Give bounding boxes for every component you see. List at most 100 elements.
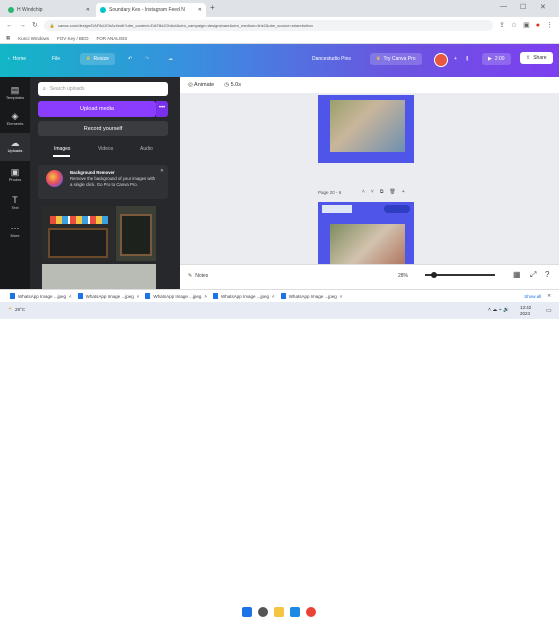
animate-button[interactable]: ◎ Animate [188, 82, 214, 88]
rail-text[interactable]: T Text [0, 191, 30, 217]
share-page-icon[interactable]: ⇪ [499, 21, 505, 29]
weather-widget[interactable]: ☀ 29°C [8, 306, 25, 312]
reload-icon[interactable]: ↻ [32, 21, 38, 29]
system-tray-icons[interactable]: ˄ ☁ ⌁ 🔊 [488, 307, 509, 313]
back-icon[interactable]: ← [6, 22, 13, 29]
fullscreen-icon[interactable]: ⤢ [530, 270, 536, 280]
tab-title: Soundary Kes - Instagram Feed N [109, 7, 185, 13]
undo-icon[interactable]: ↶ [128, 56, 132, 62]
tab-videos[interactable]: Videos [98, 146, 113, 152]
avatar[interactable] [434, 53, 448, 67]
search-icon[interactable] [258, 607, 268, 617]
extension-icon[interactable]: ▣ [523, 21, 530, 29]
analytics-icon[interactable]: ⫼ [466, 56, 468, 62]
start-icon[interactable] [242, 607, 252, 617]
download-item[interactable]: WhatsApp Image ...jpeg ˄ [10, 293, 72, 299]
upload-media-button[interactable]: Upload media [38, 101, 156, 117]
upload-thumbnail[interactable] [42, 206, 115, 261]
cloud-save-icon[interactable]: ☁ [168, 56, 173, 62]
chevron-up-icon[interactable]: ˄ [272, 294, 275, 299]
chevron-up-icon[interactable]: ˄ [362, 189, 365, 195]
minimize-icon[interactable]: — [500, 3, 507, 10]
bookmark-item[interactable]: FOV Key / BEO [57, 36, 89, 41]
download-item[interactable]: WhatsApp Image ...jpeg ˄ [213, 293, 275, 299]
browser-tab-active[interactable]: Soundary Kes - Instagram Feed N ✕ [96, 3, 206, 17]
download-item[interactable]: WhatsApp Image ...jpeg ˄ [77, 293, 140, 299]
try-canva-pro-button[interactable]: ♛ Try Canva Pro [370, 53, 422, 65]
delete-icon[interactable]: 🗑 [389, 189, 395, 195]
chevron-down-icon[interactable]: ˅ [371, 189, 374, 195]
resize-button[interactable]: ♛ Resize [80, 53, 115, 65]
upload-cloud-icon: ☁ [10, 138, 20, 148]
browser-tab[interactable]: H Windchip ✕ [4, 3, 94, 17]
close-icon[interactable]: ✕ [160, 168, 164, 174]
clock-date: 2023 [520, 311, 531, 316]
chevron-up-icon[interactable]: ˄ [340, 294, 343, 299]
chalkboard-image [48, 228, 108, 258]
rail-templates[interactable]: ▤ Templates [0, 81, 30, 107]
duration-button[interactable]: ◷ 5.0s [224, 82, 241, 88]
home-button[interactable]: ‹ Home [8, 56, 26, 62]
file-explorer-icon[interactable] [274, 607, 284, 617]
chrome-icon[interactable] [306, 607, 316, 617]
share-label: Share [533, 55, 547, 61]
search-input[interactable]: ⌕ Search uploads [38, 82, 168, 96]
chevron-up-icon[interactable]: ˄ [137, 294, 140, 299]
design-title[interactable]: Dancestudio Pins [312, 56, 351, 62]
share-button[interactable]: ⇧ Share [520, 52, 553, 64]
bookmark-item[interactable]: Kunci Windows [18, 36, 49, 41]
browser-menu-icon[interactable]: ⋮ [546, 21, 553, 29]
tab-audio[interactable]: Audio [140, 146, 153, 152]
rail-label: Text [11, 205, 19, 210]
window-close-icon[interactable]: ✕ [540, 3, 546, 11]
notes-button[interactable]: ✎ Notes [188, 273, 208, 279]
maximize-icon[interactable]: ☐ [520, 3, 526, 11]
download-item[interactable]: WhatsApp Image ...jpeg ˄ [145, 293, 207, 299]
help-icon[interactable]: ? [545, 270, 549, 279]
rail-elements[interactable]: ◈ Elements [0, 107, 30, 133]
zoom-value[interactable]: 28% [398, 273, 408, 279]
crown-icon: ♛ [376, 56, 381, 62]
rail-photos[interactable]: ▣ Photos [0, 163, 30, 189]
rail-uploads[interactable]: ☁ Uploads [0, 133, 30, 161]
search-placeholder: Search uploads [49, 86, 85, 92]
zoom-slider-handle[interactable] [431, 272, 437, 278]
close-icon[interactable]: ✕ [198, 7, 202, 13]
star-icon[interactable]: ☆ [511, 21, 517, 29]
add-page-icon[interactable]: + [402, 189, 405, 195]
profile-icon[interactable]: ● [536, 22, 540, 29]
chevron-up-icon[interactable]: ˄ [69, 294, 72, 299]
header-element[interactable] [322, 205, 352, 213]
duration-label: 5.0s [230, 82, 241, 88]
upload-thumbnail[interactable] [42, 264, 156, 289]
bookmark-item[interactable]: FOR ANALISIS [97, 36, 128, 41]
show-all-link[interactable]: Show all [524, 294, 541, 299]
address-bar[interactable]: 🔒 canva.com/design/DAF8dJOhAxI/edit?utm_… [43, 19, 493, 31]
apps-icon[interactable]: ▦ [6, 35, 10, 41]
notification-icon[interactable]: ▭ [546, 307, 552, 314]
duplicate-icon[interactable]: ⧉ [380, 189, 384, 195]
new-tab-icon[interactable]: + [210, 3, 215, 12]
upload-thumbnail[interactable] [116, 206, 156, 261]
record-yourself-button[interactable]: Record yourself [38, 121, 168, 136]
banner-decoration [50, 216, 108, 224]
file-menu[interactable]: File [52, 56, 60, 62]
redo-icon[interactable]: ↷ [145, 56, 149, 62]
upload-more-button[interactable]: ••• [156, 101, 168, 117]
forward-icon[interactable]: → [19, 22, 26, 29]
download-item[interactable]: WhatsApp Image ...jpeg ˄ [280, 293, 343, 299]
edge-icon[interactable] [290, 607, 300, 617]
close-icon[interactable]: ✕ [547, 293, 551, 299]
grid-view-icon[interactable]: ▦ [513, 270, 521, 279]
url-text: canva.com/design/DAF8dJOhAxI/edit?utm_co… [57, 22, 313, 28]
add-collaborator-icon[interactable]: + [454, 56, 457, 62]
dots-element[interactable] [384, 205, 410, 213]
tab-images[interactable]: Images [54, 146, 70, 152]
bookmarks-bar: ▦ Kunci Windows FOV Key / BEO FOR ANALIS… [0, 33, 559, 44]
rail-more[interactable]: ⋯ More [0, 219, 30, 245]
downloads-shelf: WhatsApp Image ...jpeg ˄ WhatsApp Image .… [0, 289, 559, 302]
close-icon[interactable]: ✕ [86, 7, 90, 13]
present-button[interactable]: ▶ 2:00 [482, 53, 511, 65]
chevron-up-icon[interactable]: ˄ [204, 294, 207, 299]
page-photo[interactable] [330, 100, 405, 152]
